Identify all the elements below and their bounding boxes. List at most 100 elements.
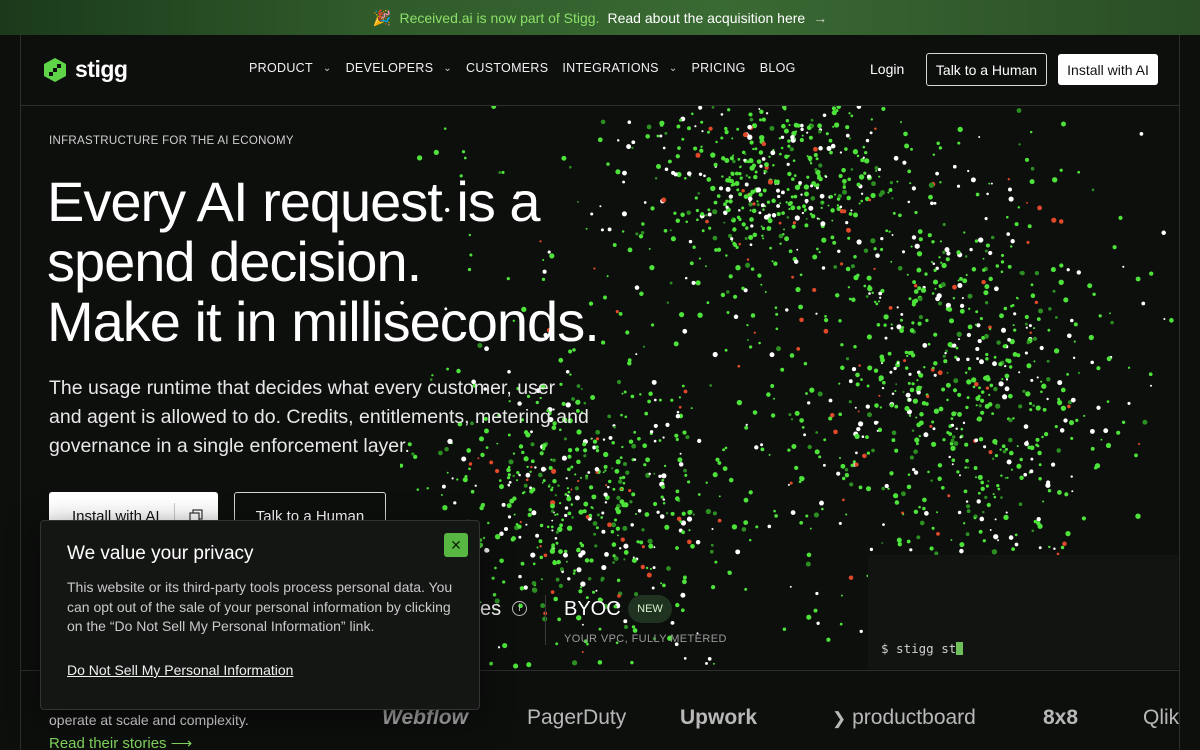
particle xyxy=(979,398,985,403)
do-not-sell-link[interactable]: Do Not Sell My Personal Information xyxy=(67,662,293,678)
particle xyxy=(837,249,841,254)
particle xyxy=(900,312,904,316)
particle xyxy=(1057,490,1062,495)
particle xyxy=(845,221,849,225)
particle xyxy=(918,434,921,438)
particle xyxy=(955,346,959,350)
install-with-ai-button[interactable]: Install with AI xyxy=(1058,54,1158,85)
login-link[interactable]: Login xyxy=(870,61,904,77)
particle xyxy=(861,435,865,438)
particle xyxy=(526,662,532,668)
nav-item-integrations[interactable]: INTEGRATIONS ⌄ xyxy=(562,61,677,75)
particle xyxy=(563,552,568,558)
particle xyxy=(511,536,516,541)
particle xyxy=(744,237,748,240)
particle xyxy=(1148,372,1153,377)
particle xyxy=(818,455,822,459)
particle xyxy=(676,124,681,129)
particle xyxy=(832,125,835,128)
particle xyxy=(680,212,685,218)
particle xyxy=(1096,366,1101,371)
particle xyxy=(1041,383,1047,389)
particle xyxy=(995,403,1001,409)
particle xyxy=(518,535,522,539)
announcement-link[interactable]: Read about the acquisition here xyxy=(607,10,805,26)
particle xyxy=(792,221,797,225)
particle xyxy=(507,484,511,487)
nav-item-pricing[interactable]: PRICING xyxy=(692,61,746,75)
particle xyxy=(630,660,634,665)
particle xyxy=(601,529,606,534)
particle xyxy=(759,109,764,115)
particle xyxy=(656,134,660,138)
nav-item-customers[interactable]: CUSTOMERS xyxy=(466,61,548,75)
particle xyxy=(753,331,756,334)
particle xyxy=(1163,317,1166,321)
particle xyxy=(1072,356,1076,360)
particle xyxy=(868,198,872,202)
particle xyxy=(659,120,665,126)
particle xyxy=(559,567,564,572)
announcement-bar[interactable]: 🎉 Received.ai is now part of Stigg. Read… xyxy=(0,0,1200,35)
particle xyxy=(1058,279,1064,285)
particle xyxy=(1018,371,1021,374)
info-icon[interactable]: i xyxy=(512,601,527,616)
read-stories-link[interactable]: Read their stories ⟶ xyxy=(49,734,192,750)
particle xyxy=(780,135,785,139)
particle xyxy=(813,608,818,613)
particle xyxy=(686,516,693,522)
particle xyxy=(532,587,538,593)
particle xyxy=(803,433,807,437)
particle xyxy=(615,459,621,465)
stigg-logo[interactable]: stigg xyxy=(42,56,128,83)
particle xyxy=(557,617,561,622)
nav-item-product[interactable]: PRODUCT ⌄ xyxy=(249,61,332,75)
particle xyxy=(756,159,762,164)
particle xyxy=(1016,108,1022,113)
particle xyxy=(623,502,629,508)
particle xyxy=(913,449,918,454)
particle xyxy=(850,264,855,269)
particle xyxy=(1006,215,1009,219)
particle xyxy=(980,480,985,485)
nav-item-developers[interactable]: DEVELOPERS ⌄ xyxy=(346,61,452,75)
particle xyxy=(736,399,743,406)
particle xyxy=(620,488,623,491)
particle xyxy=(1106,356,1112,362)
terminal-cursor xyxy=(956,642,964,655)
particle xyxy=(1005,378,1009,381)
particle xyxy=(579,476,583,479)
particle xyxy=(687,539,692,545)
particle xyxy=(888,230,891,233)
particle xyxy=(791,177,795,181)
particle xyxy=(881,486,885,491)
particle xyxy=(933,332,938,337)
particle xyxy=(855,382,860,387)
particle xyxy=(639,540,644,545)
particle xyxy=(681,384,685,388)
particle xyxy=(985,243,990,248)
particle xyxy=(942,250,946,255)
particle xyxy=(1001,394,1008,400)
particle xyxy=(854,406,857,409)
particle xyxy=(718,495,721,498)
particle xyxy=(856,426,861,432)
particle xyxy=(749,140,754,145)
particle xyxy=(995,443,998,445)
particle xyxy=(916,267,922,273)
particle xyxy=(753,174,758,180)
announcement-highlight: Received.ai is now part of Stigg. xyxy=(399,9,600,26)
particle xyxy=(725,199,729,204)
particle xyxy=(600,576,605,581)
particle xyxy=(978,404,982,408)
close-icon[interactable]: ✕ xyxy=(444,533,468,557)
particle xyxy=(695,208,700,213)
particle xyxy=(888,188,893,192)
particle xyxy=(550,525,554,529)
particle xyxy=(762,188,767,193)
particle xyxy=(532,562,536,566)
particle xyxy=(880,190,885,196)
particle xyxy=(750,224,754,228)
talk-to-human-button[interactable]: Talk to a Human xyxy=(926,53,1047,86)
nav-item-blog[interactable]: BLOG xyxy=(760,61,796,75)
